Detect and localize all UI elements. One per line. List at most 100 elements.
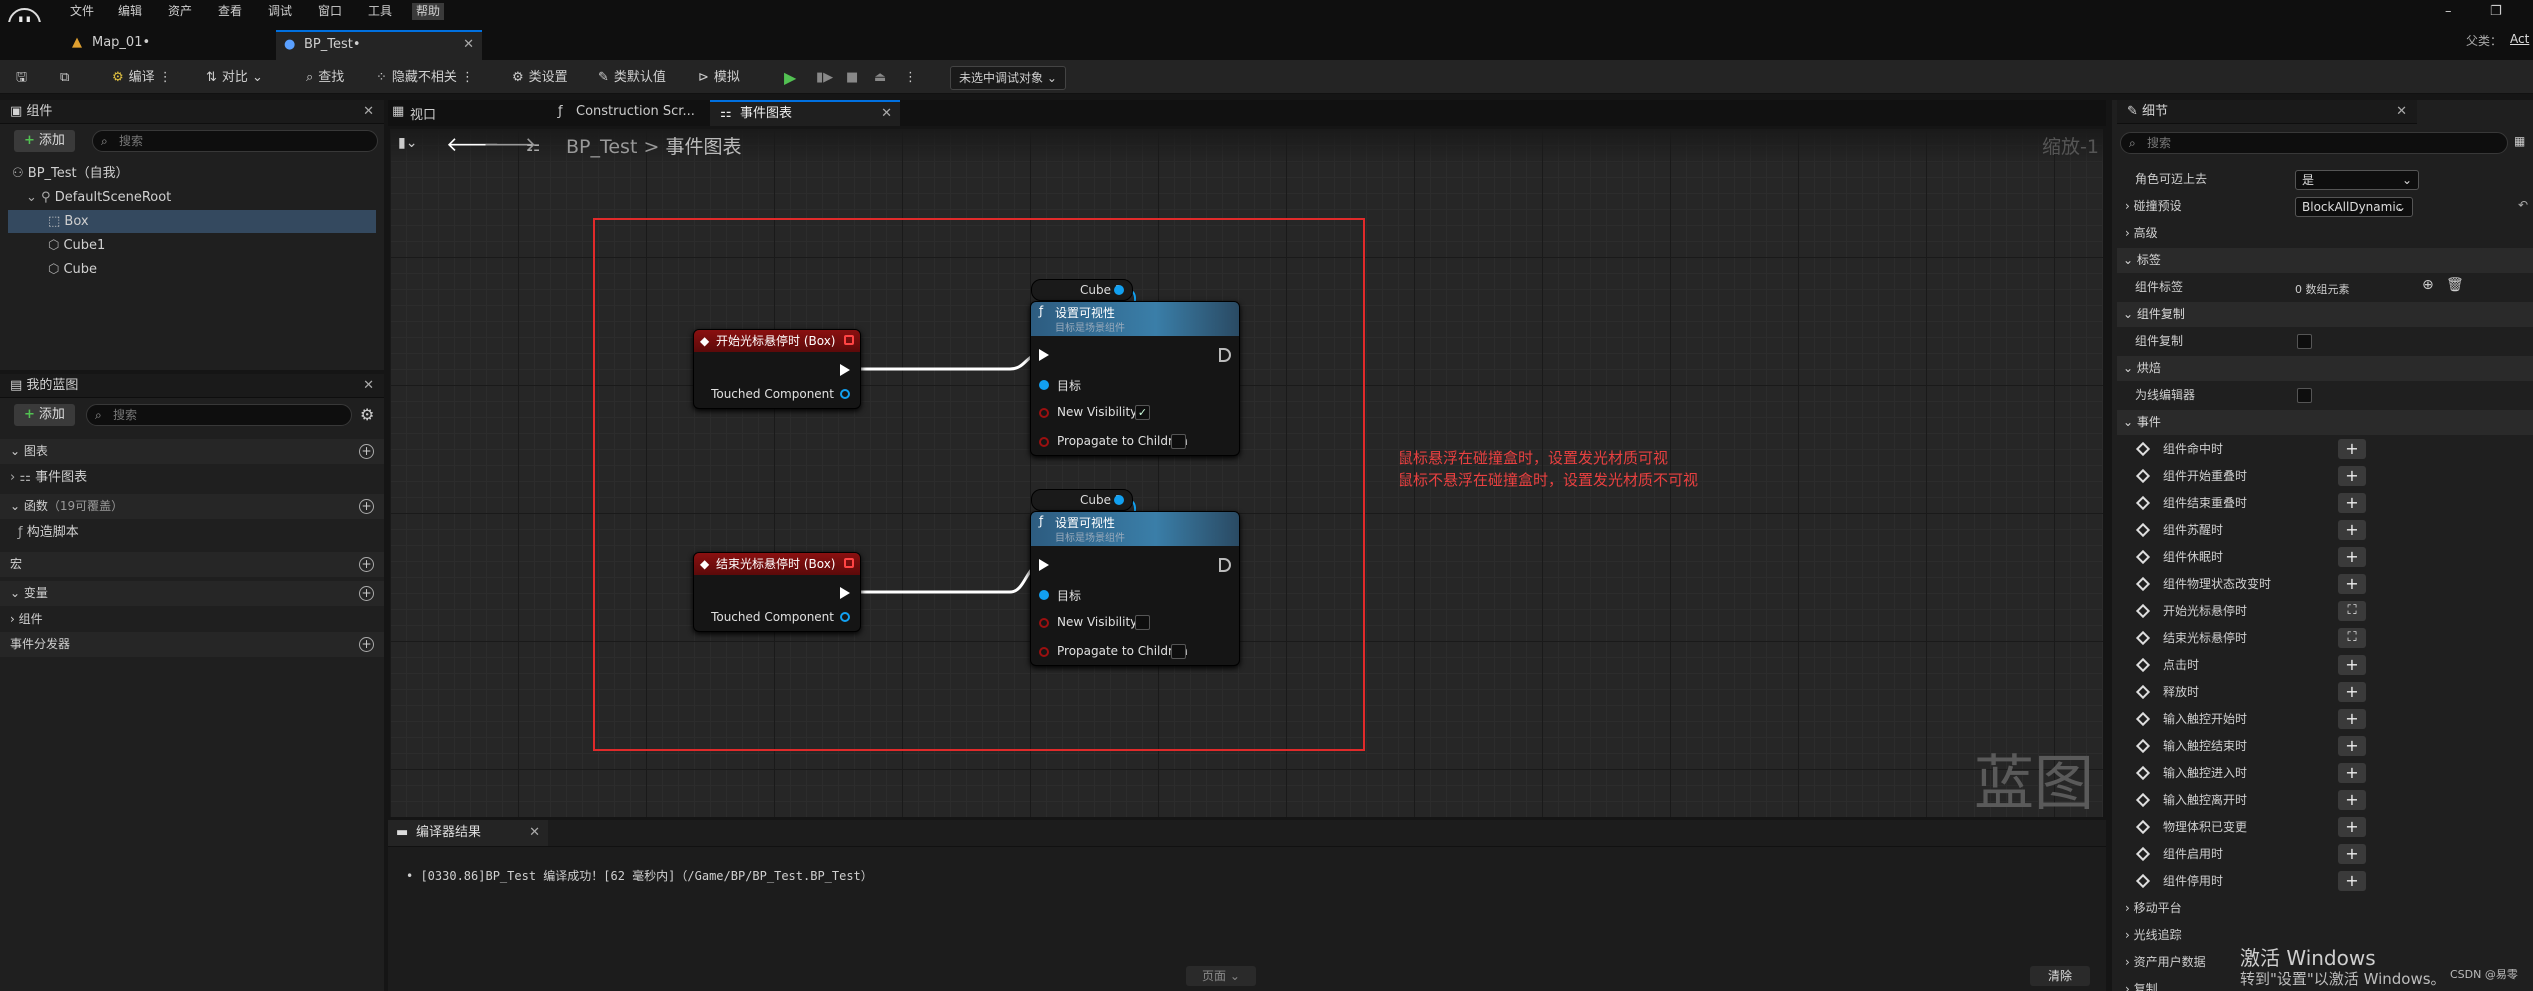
eject-icon[interactable]: ⏏ (874, 67, 886, 89)
tab-map-01[interactable]: ▲ Map_01• (64, 30, 264, 60)
add-event-icon[interactable]: + (2338, 817, 2366, 837)
save-icon[interactable]: 🖫 (16, 67, 27, 89)
section-cooking[interactable]: ⌄ 烘焙 (2117, 356, 2533, 381)
menu-edit[interactable]: 编辑 (114, 3, 146, 20)
details-search-input[interactable]: ⌕ 搜索 (2120, 132, 2508, 154)
tab-viewport[interactable]: ▦ 视口 (392, 104, 436, 123)
menu-debug[interactable]: 调试 (264, 3, 296, 20)
compile-button[interactable]: ⚙ 编译 ⋮ (112, 67, 172, 89)
tree-item-box[interactable]: ⬚ Box (8, 210, 376, 233)
tab-construction-script[interactable]: ƒ Construction Scr... (558, 104, 695, 119)
stop-icon[interactable]: ■ (846, 67, 858, 89)
add-event-icon[interactable]: + (2338, 709, 2366, 729)
menu-help[interactable]: 帮助 (412, 3, 445, 20)
class-settings-button[interactable]: ⚙ 类设置 (512, 67, 568, 89)
close-icon[interactable]: ✕ (363, 100, 374, 124)
graph-item-event-graph[interactable]: › ⚏ 事件图表 (4, 466, 376, 489)
tab-bp-test[interactable]: ● BP_Test• ✕ (276, 30, 482, 60)
add-graph-icon[interactable]: + (359, 444, 374, 459)
variable-group-components[interactable]: › 组件 (4, 608, 376, 631)
detail-row-advanced[interactable]: › 高级 (2117, 220, 2533, 247)
add-element-icon[interactable]: ⊕ (2422, 277, 2434, 293)
function-item-construction-script[interactable]: ƒ 构造脚本 (4, 521, 376, 544)
add-macro-icon[interactable]: + (359, 557, 374, 572)
category-functions[interactable]: ⌄ 函数（19可覆盖） + (0, 494, 384, 519)
editor-only-checkbox[interactable] (2297, 388, 2312, 403)
grid-view-icon[interactable]: ▦ (2514, 134, 2525, 148)
compile-icon: ⚙ (112, 70, 124, 85)
compiler-results-tab[interactable]: ▬ 编译器结果 ✕ (388, 820, 548, 846)
menu-file[interactable]: 文件 (66, 3, 98, 20)
menu-assets[interactable]: 资产 (164, 3, 196, 20)
add-event-icon[interactable]: + (2338, 520, 2366, 540)
go-to-event-icon[interactable]: ⛶ (2338, 628, 2366, 648)
class-defaults-button[interactable]: ✎ 类默认值 (598, 67, 666, 89)
menu-window[interactable]: 窗口 (314, 3, 346, 20)
debug-target-dropdown[interactable]: 未选中调试对象 ⌄ (950, 66, 1066, 90)
can-step-up-dropdown[interactable]: 是 ⌄ (2295, 170, 2419, 190)
close-icon[interactable]: ✕ (881, 102, 892, 126)
tree-item-default-scene-root[interactable]: ⌄ ⚲ DefaultSceneRoot (8, 186, 376, 209)
go-to-event-icon[interactable]: ⛶ (2338, 601, 2366, 621)
add-event-icon[interactable]: + (2338, 574, 2366, 594)
add-event-icon[interactable]: + (2338, 682, 2366, 702)
section-events[interactable]: ⌄ 事件 (2117, 410, 2533, 435)
add-component-button[interactable]: + 添加 (14, 130, 75, 152)
add-function-icon[interactable]: + (359, 499, 374, 514)
simulate-button[interactable]: ⊳ 模拟 (698, 67, 740, 89)
more-options-icon[interactable]: ⋮ (904, 67, 917, 89)
tree-item-cube[interactable]: ⬡ Cube (8, 258, 376, 281)
category-graphs[interactable]: ⌄ 图表 + (0, 439, 384, 464)
trash-icon[interactable]: 🗑 (2446, 277, 2464, 293)
add-event-icon[interactable]: + (2338, 736, 2366, 756)
hide-unrelated-button[interactable]: ⁘ 隐藏不相关 ⋮ (376, 67, 474, 89)
step-icon[interactable]: ▮▶ (816, 67, 833, 89)
close-icon[interactable]: ✕ (463, 32, 474, 58)
clear-button[interactable]: 清除 (2030, 966, 2090, 986)
menu-tools[interactable]: 工具 (364, 3, 396, 20)
section-tags[interactable]: ⌄ 标签 (2117, 248, 2533, 273)
tree-item-bp-test[interactable]: ⚇ BP_Test（自我） (8, 162, 376, 185)
event-label: 组件休眠时 (2163, 550, 2224, 564)
category-variables[interactable]: ⌄ 变量 + (0, 581, 384, 606)
category-event-dispatchers[interactable]: 事件分发器 + (0, 632, 384, 657)
play-icon[interactable]: ▶ (784, 67, 796, 89)
reset-icon[interactable]: ↶ (2518, 198, 2528, 212)
menu-view[interactable]: 查看 (214, 3, 246, 20)
add-dispatcher-icon[interactable]: + (359, 637, 374, 652)
add-event-icon[interactable]: + (2338, 844, 2366, 864)
tab-event-graph[interactable]: ⚏ 事件图表 ✕ (710, 100, 900, 126)
diff-button[interactable]: ⇅ 对比 ⌄ (206, 67, 263, 89)
add-event-icon[interactable]: + (2338, 439, 2366, 459)
my-blueprint-search-input[interactable]: ⌕ 搜索 (86, 404, 352, 426)
find-button[interactable]: ⌕ 查找 (306, 67, 344, 89)
tree-item-cube1[interactable]: ⬡ Cube1 (8, 234, 376, 257)
add-event-icon[interactable]: + (2338, 547, 2366, 567)
add-member-button[interactable]: + 添加 (14, 404, 75, 426)
add-event-icon[interactable]: + (2338, 466, 2366, 486)
add-event-icon[interactable]: + (2338, 655, 2366, 675)
add-variable-icon[interactable]: + (359, 586, 374, 601)
parent-class-link[interactable]: Act (2510, 32, 2529, 46)
close-icon[interactable]: ✕ (2396, 100, 2407, 124)
add-event-icon[interactable]: + (2338, 790, 2366, 810)
close-icon[interactable]: ✕ (529, 820, 540, 846)
section-movement-platform[interactable]: › 移动平台 (2117, 895, 2533, 922)
add-event-icon[interactable]: + (2338, 493, 2366, 513)
collision-preset-dropdown[interactable]: BlockAllDynamic ⌄ (2295, 197, 2413, 217)
event-row: 输入触控离开时 (2117, 787, 2533, 814)
browse-icon[interactable]: ⧉ (60, 67, 69, 89)
components-search-input[interactable]: ⌕ 搜索 (92, 130, 378, 152)
component-replicates-checkbox[interactable] (2297, 334, 2312, 349)
category-macros[interactable]: 宏 + (0, 552, 384, 577)
add-event-icon[interactable]: + (2338, 871, 2366, 891)
close-icon[interactable]: ✕ (363, 374, 374, 398)
add-event-icon[interactable]: + (2338, 763, 2366, 783)
page-dropdown[interactable]: 页面 ⌄ (1186, 966, 1256, 986)
section-replication[interactable]: ⌄ 组件复制 (2117, 302, 2533, 327)
minimize-icon[interactable]: – (2445, 4, 2452, 19)
scene-root-icon: ⌄ ⚲ (26, 190, 55, 205)
restore-icon[interactable]: ❐ (2490, 4, 2502, 19)
compiler-title: 编译器结果 (416, 825, 482, 840)
settings-gear-icon[interactable]: ⚙ (360, 405, 374, 424)
